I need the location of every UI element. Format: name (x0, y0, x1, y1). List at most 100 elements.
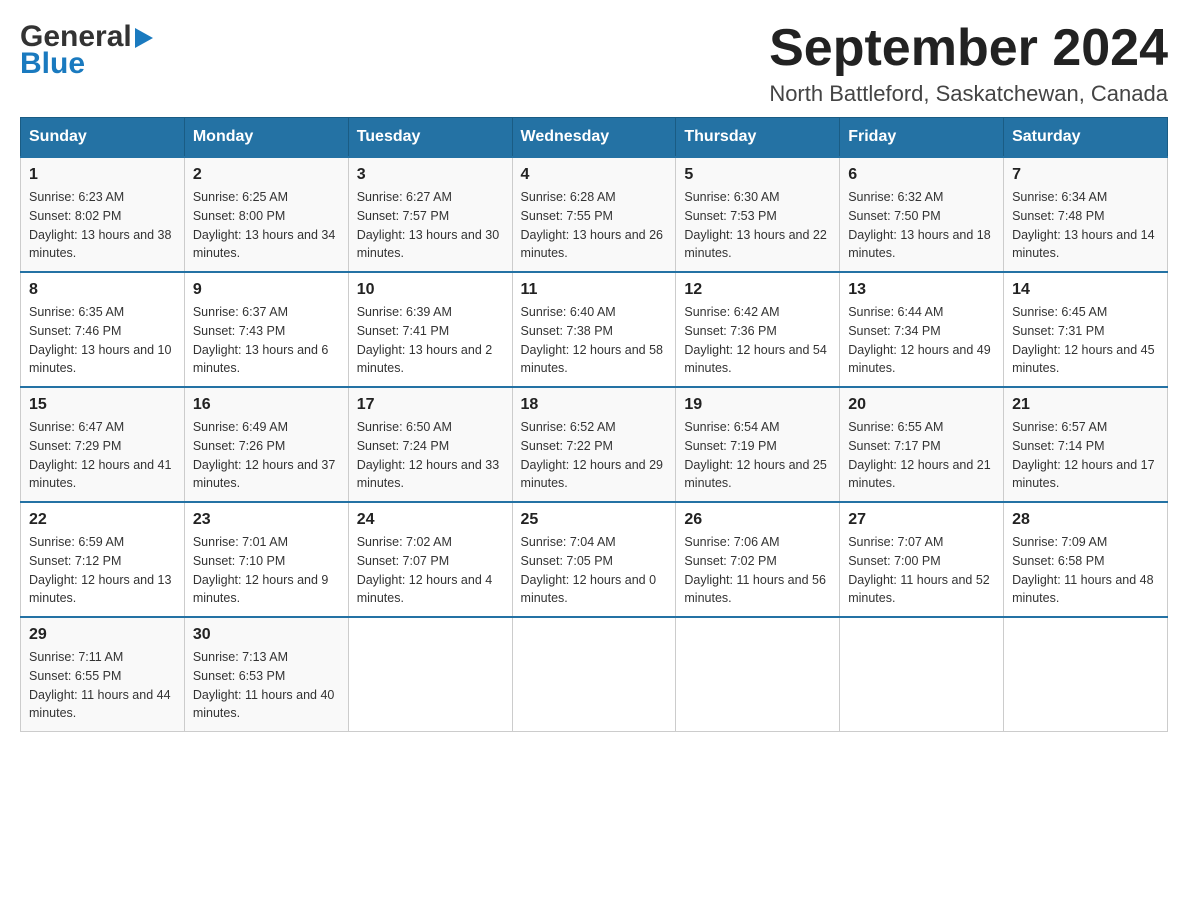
calendar-cell (512, 617, 676, 732)
logo-arrow-icon (135, 28, 153, 48)
day-number: 26 (684, 511, 831, 529)
day-number: 6 (848, 166, 995, 184)
calendar-cell: 14 Sunrise: 6:45 AM Sunset: 7:31 PM Dayl… (1004, 272, 1168, 387)
calendar-cell: 1 Sunrise: 6:23 AM Sunset: 8:02 PM Dayli… (21, 157, 185, 272)
day-info: Sunrise: 6:30 AM Sunset: 7:53 PM Dayligh… (684, 188, 831, 263)
day-number: 3 (357, 166, 504, 184)
calendar-week-row: 29 Sunrise: 7:11 AM Sunset: 6:55 PM Dayl… (21, 617, 1168, 732)
day-info: Sunrise: 6:55 AM Sunset: 7:17 PM Dayligh… (848, 418, 995, 493)
calendar-cell: 18 Sunrise: 6:52 AM Sunset: 7:22 PM Dayl… (512, 387, 676, 502)
day-number: 16 (193, 396, 340, 414)
day-number: 30 (193, 626, 340, 644)
calendar-cell: 6 Sunrise: 6:32 AM Sunset: 7:50 PM Dayli… (840, 157, 1004, 272)
day-info: Sunrise: 6:45 AM Sunset: 7:31 PM Dayligh… (1012, 303, 1159, 378)
day-info: Sunrise: 6:57 AM Sunset: 7:14 PM Dayligh… (1012, 418, 1159, 493)
day-number: 21 (1012, 396, 1159, 414)
day-number: 17 (357, 396, 504, 414)
calendar-cell: 3 Sunrise: 6:27 AM Sunset: 7:57 PM Dayli… (348, 157, 512, 272)
calendar-cell: 22 Sunrise: 6:59 AM Sunset: 7:12 PM Dayl… (21, 502, 185, 617)
day-info: Sunrise: 6:59 AM Sunset: 7:12 PM Dayligh… (29, 533, 176, 608)
title-area: September 2024 North Battleford, Saskatc… (769, 20, 1168, 107)
col-friday: Friday (840, 118, 1004, 158)
day-info: Sunrise: 6:37 AM Sunset: 7:43 PM Dayligh… (193, 303, 340, 378)
logo: General Blue (20, 20, 153, 80)
calendar-cell: 13 Sunrise: 6:44 AM Sunset: 7:34 PM Dayl… (840, 272, 1004, 387)
day-number: 10 (357, 281, 504, 299)
day-info: Sunrise: 6:39 AM Sunset: 7:41 PM Dayligh… (357, 303, 504, 378)
col-sunday: Sunday (21, 118, 185, 158)
day-info: Sunrise: 6:35 AM Sunset: 7:46 PM Dayligh… (29, 303, 176, 378)
calendar-cell: 16 Sunrise: 6:49 AM Sunset: 7:26 PM Dayl… (184, 387, 348, 502)
calendar-cell: 10 Sunrise: 6:39 AM Sunset: 7:41 PM Dayl… (348, 272, 512, 387)
day-number: 24 (357, 511, 504, 529)
calendar-cell: 4 Sunrise: 6:28 AM Sunset: 7:55 PM Dayli… (512, 157, 676, 272)
day-number: 22 (29, 511, 176, 529)
calendar-cell: 20 Sunrise: 6:55 AM Sunset: 7:17 PM Dayl… (840, 387, 1004, 502)
calendar-week-row: 8 Sunrise: 6:35 AM Sunset: 7:46 PM Dayli… (21, 272, 1168, 387)
calendar-cell (676, 617, 840, 732)
day-info: Sunrise: 7:01 AM Sunset: 7:10 PM Dayligh… (193, 533, 340, 608)
day-number: 18 (521, 396, 668, 414)
col-saturday: Saturday (1004, 118, 1168, 158)
day-number: 2 (193, 166, 340, 184)
day-number: 8 (29, 281, 176, 299)
calendar-cell: 15 Sunrise: 6:47 AM Sunset: 7:29 PM Dayl… (21, 387, 185, 502)
day-info: Sunrise: 7:13 AM Sunset: 6:53 PM Dayligh… (193, 648, 340, 723)
day-info: Sunrise: 7:02 AM Sunset: 7:07 PM Dayligh… (357, 533, 504, 608)
col-thursday: Thursday (676, 118, 840, 158)
day-info: Sunrise: 6:42 AM Sunset: 7:36 PM Dayligh… (684, 303, 831, 378)
day-number: 27 (848, 511, 995, 529)
day-number: 29 (29, 626, 176, 644)
calendar-cell: 23 Sunrise: 7:01 AM Sunset: 7:10 PM Dayl… (184, 502, 348, 617)
day-info: Sunrise: 6:25 AM Sunset: 8:00 PM Dayligh… (193, 188, 340, 263)
calendar-cell: 5 Sunrise: 6:30 AM Sunset: 7:53 PM Dayli… (676, 157, 840, 272)
col-monday: Monday (184, 118, 348, 158)
calendar-cell: 21 Sunrise: 6:57 AM Sunset: 7:14 PM Dayl… (1004, 387, 1168, 502)
day-number: 1 (29, 166, 176, 184)
calendar-cell: 28 Sunrise: 7:09 AM Sunset: 6:58 PM Dayl… (1004, 502, 1168, 617)
day-info: Sunrise: 7:06 AM Sunset: 7:02 PM Dayligh… (684, 533, 831, 608)
day-number: 13 (848, 281, 995, 299)
calendar-cell: 26 Sunrise: 7:06 AM Sunset: 7:02 PM Dayl… (676, 502, 840, 617)
day-info: Sunrise: 7:09 AM Sunset: 6:58 PM Dayligh… (1012, 533, 1159, 608)
day-number: 7 (1012, 166, 1159, 184)
location-title: North Battleford, Saskatchewan, Canada (769, 81, 1168, 107)
day-number: 25 (521, 511, 668, 529)
day-info: Sunrise: 7:07 AM Sunset: 7:00 PM Dayligh… (848, 533, 995, 608)
calendar-cell: 9 Sunrise: 6:37 AM Sunset: 7:43 PM Dayli… (184, 272, 348, 387)
day-info: Sunrise: 6:28 AM Sunset: 7:55 PM Dayligh… (521, 188, 668, 263)
day-number: 14 (1012, 281, 1159, 299)
calendar-cell: 24 Sunrise: 7:02 AM Sunset: 7:07 PM Dayl… (348, 502, 512, 617)
calendar-cell: 2 Sunrise: 6:25 AM Sunset: 8:00 PM Dayli… (184, 157, 348, 272)
day-info: Sunrise: 6:32 AM Sunset: 7:50 PM Dayligh… (848, 188, 995, 263)
day-info: Sunrise: 7:11 AM Sunset: 6:55 PM Dayligh… (29, 648, 176, 723)
col-tuesday: Tuesday (348, 118, 512, 158)
day-number: 11 (521, 281, 668, 299)
day-info: Sunrise: 6:50 AM Sunset: 7:24 PM Dayligh… (357, 418, 504, 493)
day-info: Sunrise: 6:40 AM Sunset: 7:38 PM Dayligh… (521, 303, 668, 378)
calendar-week-row: 15 Sunrise: 6:47 AM Sunset: 7:29 PM Dayl… (21, 387, 1168, 502)
calendar-cell: 25 Sunrise: 7:04 AM Sunset: 7:05 PM Dayl… (512, 502, 676, 617)
day-info: Sunrise: 6:54 AM Sunset: 7:19 PM Dayligh… (684, 418, 831, 493)
calendar-week-row: 22 Sunrise: 6:59 AM Sunset: 7:12 PM Dayl… (21, 502, 1168, 617)
col-wednesday: Wednesday (512, 118, 676, 158)
calendar-header-row: Sunday Monday Tuesday Wednesday Thursday… (21, 118, 1168, 158)
calendar-cell: 27 Sunrise: 7:07 AM Sunset: 7:00 PM Dayl… (840, 502, 1004, 617)
day-info: Sunrise: 6:23 AM Sunset: 8:02 PM Dayligh… (29, 188, 176, 263)
day-number: 20 (848, 396, 995, 414)
day-number: 23 (193, 511, 340, 529)
calendar-table: Sunday Monday Tuesday Wednesday Thursday… (20, 117, 1168, 732)
calendar-cell: 17 Sunrise: 6:50 AM Sunset: 7:24 PM Dayl… (348, 387, 512, 502)
day-number: 4 (521, 166, 668, 184)
day-info: Sunrise: 6:52 AM Sunset: 7:22 PM Dayligh… (521, 418, 668, 493)
calendar-cell: 30 Sunrise: 7:13 AM Sunset: 6:53 PM Dayl… (184, 617, 348, 732)
day-number: 19 (684, 396, 831, 414)
day-number: 28 (1012, 511, 1159, 529)
day-info: Sunrise: 7:04 AM Sunset: 7:05 PM Dayligh… (521, 533, 668, 608)
month-title: September 2024 (769, 20, 1168, 77)
page-container: General Blue September 2024 North Battle… (20, 20, 1168, 732)
day-number: 5 (684, 166, 831, 184)
day-number: 12 (684, 281, 831, 299)
day-info: Sunrise: 6:47 AM Sunset: 7:29 PM Dayligh… (29, 418, 176, 493)
day-info: Sunrise: 6:34 AM Sunset: 7:48 PM Dayligh… (1012, 188, 1159, 263)
